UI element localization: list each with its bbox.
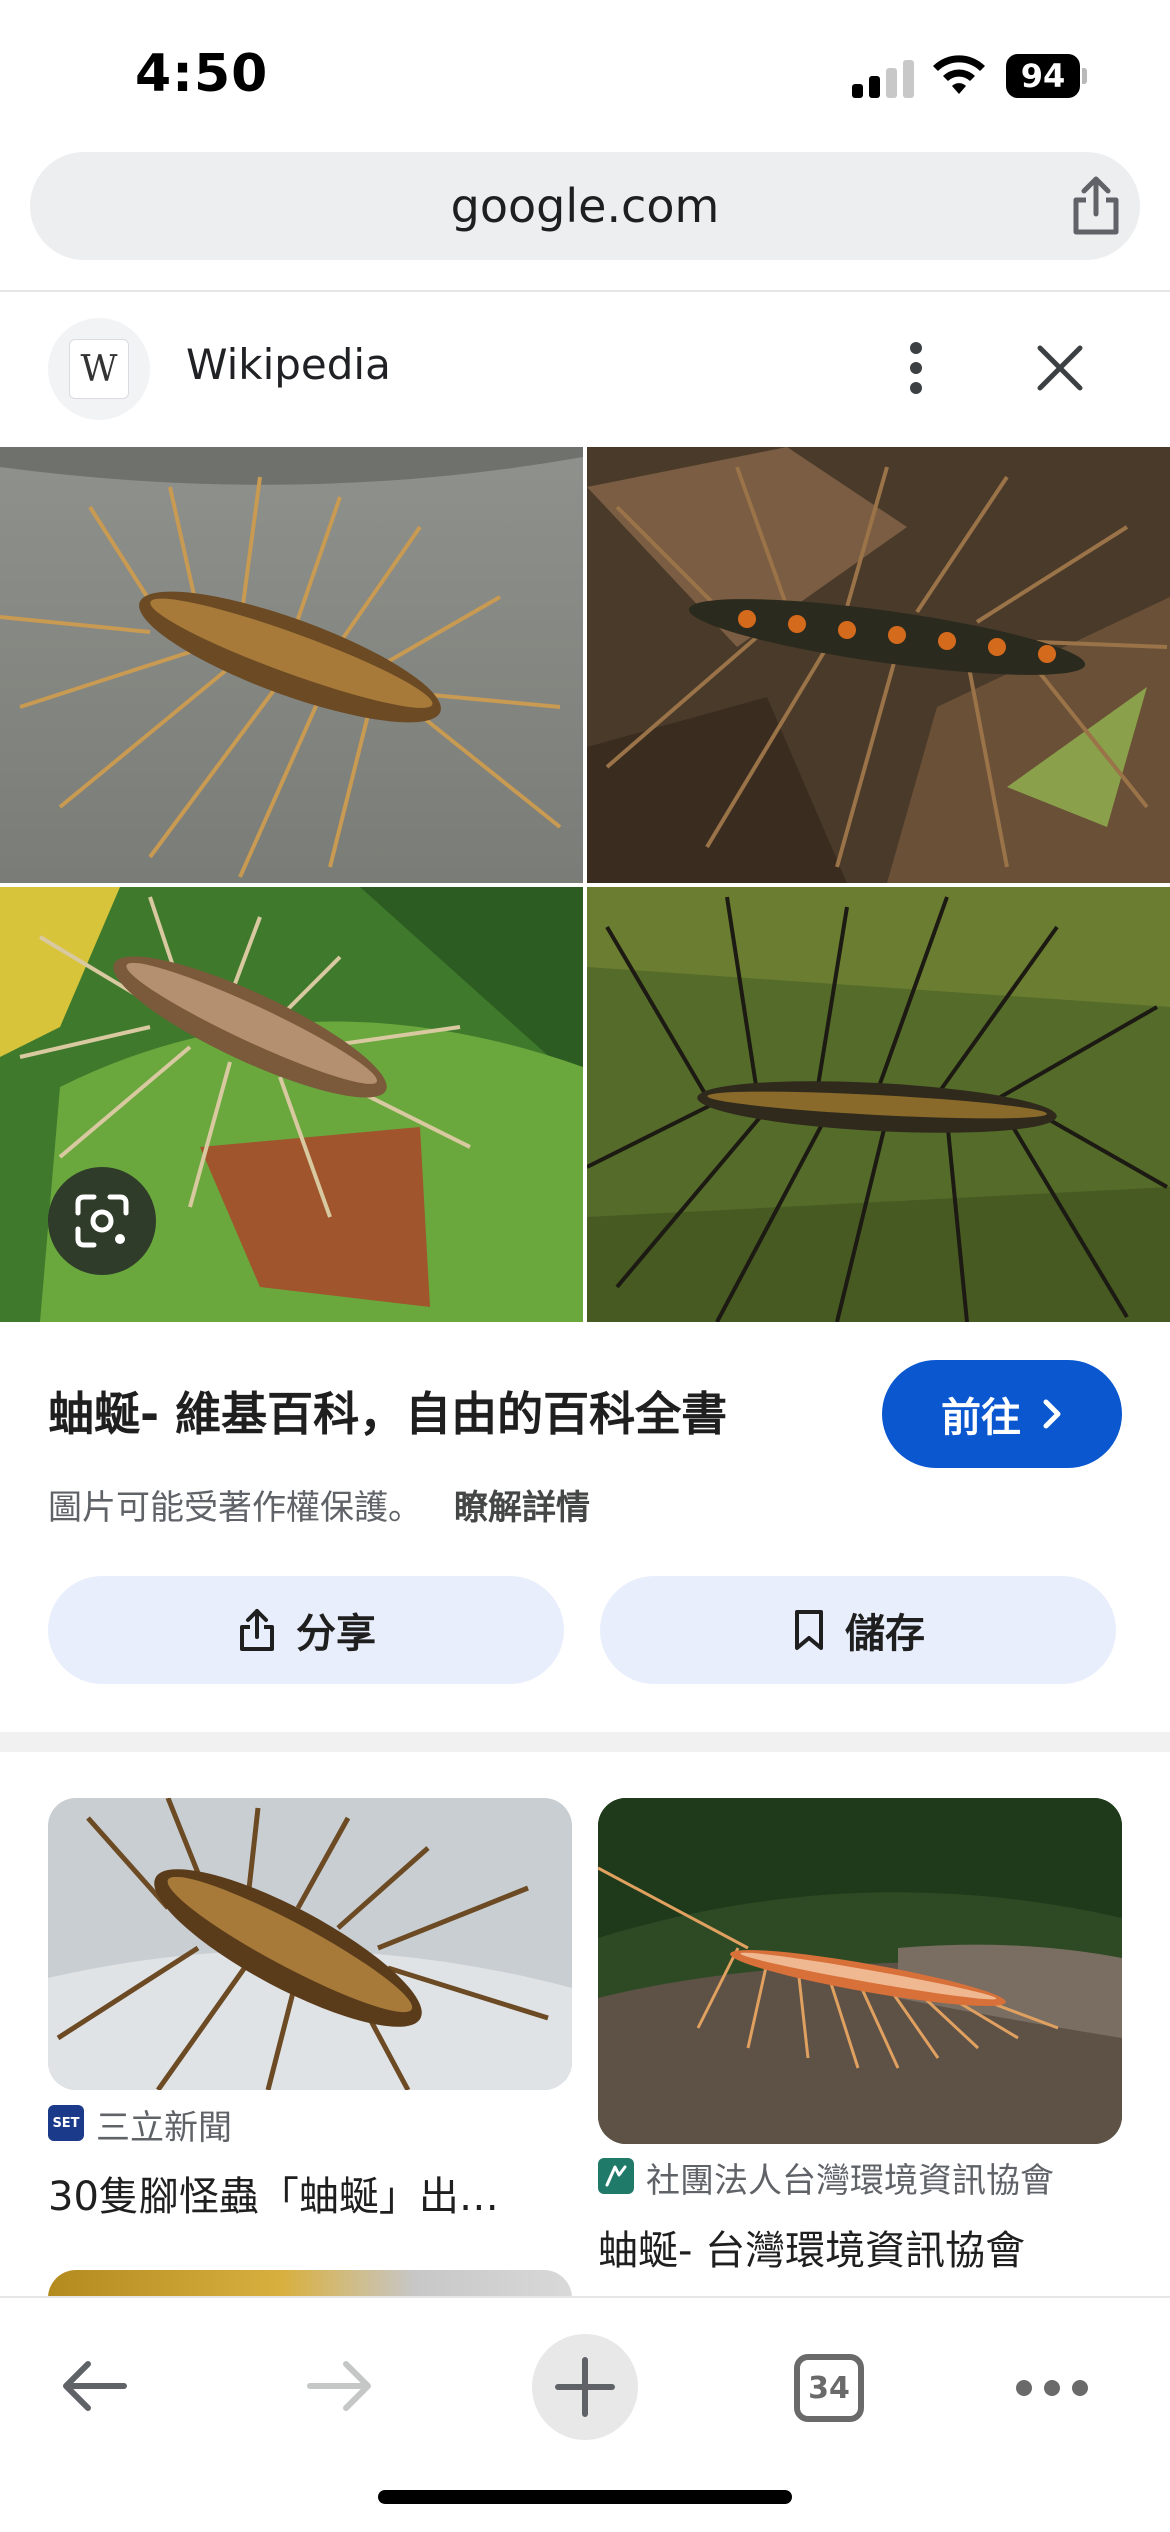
battery-icon: 94 — [1006, 54, 1087, 98]
divider — [0, 290, 1170, 292]
plus-icon — [555, 2357, 615, 2417]
related-source[interactable]: 三立新聞 — [96, 2100, 232, 2149]
close-icon[interactable] — [1030, 338, 1090, 398]
wifi-icon — [933, 55, 985, 94]
more-vert-icon[interactable] — [896, 338, 936, 398]
related-image-2[interactable] — [598, 1798, 1122, 2144]
status-bar: 4:50 94 — [0, 0, 1170, 150]
wikipedia-logo-icon: W — [69, 339, 129, 399]
more-horiz-icon[interactable] — [1016, 2378, 1088, 2398]
related-title[interactable]: 30隻腳怪蟲「蚰蜒」出… — [48, 2164, 499, 2222]
visit-button-label: 前往 — [941, 1395, 1021, 1441]
main-image-top-right[interactable] — [587, 447, 1170, 883]
learn-more-link[interactable]: 瞭解詳情 — [454, 1480, 590, 1529]
taiwan-env-info-icon — [598, 2158, 634, 2194]
url-text[interactable]: google.com — [30, 152, 1140, 260]
copyright-notice: 圖片可能受著作權保護。 — [48, 1488, 422, 1528]
tab-switcher-button[interactable]: 34 — [794, 2354, 864, 2422]
bookmark-icon — [795, 1610, 823, 1650]
lens-icon — [75, 1194, 129, 1248]
google-lens-button[interactable] — [48, 1167, 156, 1275]
back-arrow-icon[interactable] — [58, 2356, 130, 2416]
address-bar[interactable]: google.com — [30, 152, 1140, 260]
chevron-right-icon — [1043, 1399, 1061, 1429]
related-image-1[interactable] — [48, 1798, 572, 2090]
result-title[interactable]: 蚰蜒- 維基百科，自由的百科全書 — [48, 1378, 727, 1444]
image-grid — [0, 447, 1170, 1322]
forward-arrow-icon[interactable] — [304, 2356, 376, 2416]
share-icon[interactable] — [1066, 174, 1126, 238]
section-divider — [0, 1732, 1170, 1752]
source-logo-icon: SET — [48, 2105, 84, 2141]
save-button[interactable]: 儲存 — [600, 1576, 1116, 1684]
home-indicator — [378, 2490, 792, 2504]
main-image-top-left[interactable] — [0, 447, 583, 883]
related-source[interactable]: 社團法人台灣環境資訊協會 — [646, 2153, 1054, 2202]
share-button[interactable]: 分享 — [48, 1576, 564, 1684]
bottom-toolbar: 34 — [0, 2296, 1170, 2532]
cellular-signal-icon — [852, 58, 914, 98]
new-tab-button[interactable] — [532, 2334, 638, 2440]
source-avatar[interactable]: W — [48, 318, 150, 420]
source-name[interactable]: Wikipedia — [186, 340, 391, 389]
battery-level: 94 — [1006, 54, 1080, 98]
visit-button[interactable]: 前往 — [882, 1360, 1122, 1468]
related-title[interactable]: 蚰蜒- 台灣環境資訊協會 — [598, 2218, 1025, 2276]
save-button-label: 儲存 — [845, 1611, 925, 1657]
status-time: 4:50 — [135, 44, 269, 104]
share-button-label: 分享 — [296, 1611, 376, 1657]
share-icon — [240, 1609, 274, 1651]
main-image-bottom-right[interactable] — [587, 887, 1170, 1322]
